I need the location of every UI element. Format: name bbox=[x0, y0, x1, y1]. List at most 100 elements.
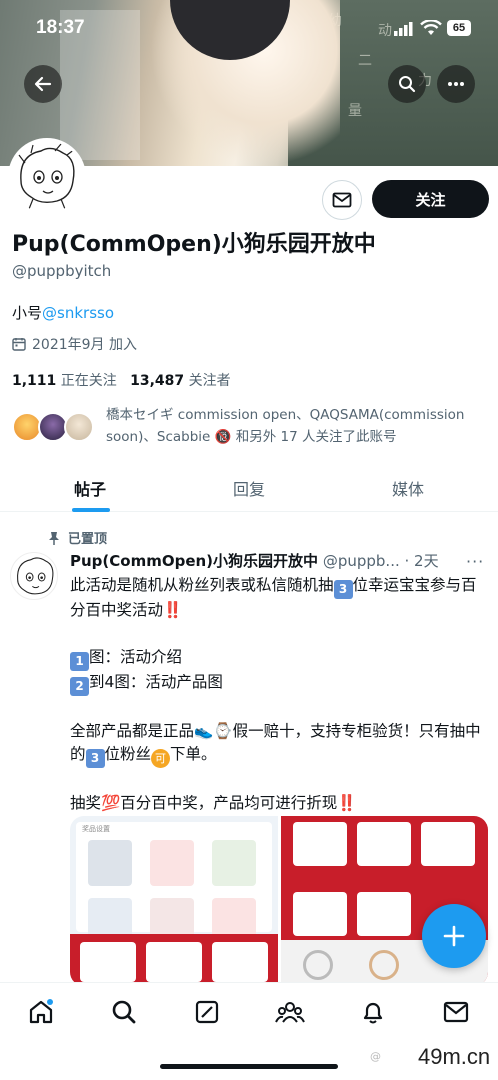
post-text: 此活动是随机从粉丝列表或私信随机抽 3 位幸运宝宝参与百分百中奖活动‼️ 1 图：活动… bbox=[70, 574, 490, 839]
following-count: 1,111 bbox=[12, 373, 57, 389]
keycap-three: 3 bbox=[333, 580, 353, 599]
notifications-icon bbox=[363, 1002, 383, 1024]
post-header: Pup(CommOpen)小狗乐园开放中 @puppb... · 2天 bbox=[70, 550, 490, 571]
joined-date: 2021年9月 加入 bbox=[12, 334, 137, 354]
site-watermark: 49m.cn bbox=[418, 1044, 491, 1069]
watermark-faint: @ bbox=[370, 1050, 381, 1063]
search-button[interactable] bbox=[388, 65, 426, 103]
prize-item bbox=[80, 942, 136, 982]
tab-posts[interactable]: 帖子 bbox=[74, 476, 106, 500]
sneaker-item bbox=[293, 892, 347, 936]
message-button[interactable] bbox=[322, 180, 362, 220]
post-meta: @puppb... · 2天 bbox=[322, 552, 439, 570]
post-text-span: 图：活动介绍 bbox=[89, 648, 183, 666]
prize-item bbox=[146, 942, 202, 982]
battery-indicator: 65 bbox=[447, 20, 471, 36]
communities-icon bbox=[275, 1002, 305, 1023]
home-indicator[interactable] bbox=[160, 1064, 338, 1069]
prize-banner bbox=[70, 934, 278, 986]
nav-communities[interactable] bbox=[275, 997, 305, 1027]
keycap-three: 3 bbox=[85, 749, 105, 768]
more-icon bbox=[448, 82, 464, 86]
bio-text: 小号 bbox=[12, 304, 43, 322]
status-time: 18:37 bbox=[36, 17, 85, 38]
following-link[interactable]: 1,111 正在关注 bbox=[12, 373, 117, 389]
ke-badge: 可 bbox=[151, 749, 171, 768]
following-label: 正在关注 bbox=[60, 373, 117, 389]
pinned-label: 已置顶 bbox=[68, 532, 108, 547]
more-button[interactable] bbox=[437, 65, 475, 103]
post-text-span: 位粉丝 bbox=[104, 745, 152, 763]
active-tab-indicator bbox=[72, 508, 110, 512]
post-author-avatar[interactable] bbox=[10, 552, 58, 600]
followers-count: 13,487 bbox=[130, 373, 185, 389]
post-text-span: 到4图：活动产品图 bbox=[89, 673, 223, 691]
plus-icon bbox=[443, 925, 465, 947]
bio-mention-link[interactable]: @snkrsso bbox=[42, 304, 114, 322]
follower-avatar bbox=[64, 412, 94, 442]
search-icon bbox=[399, 76, 416, 93]
avatar-drawing bbox=[17, 557, 54, 595]
post-author-name[interactable]: Pup(CommOpen)小狗乐园开放中 bbox=[70, 552, 318, 570]
followed-by-text: 橋本セイギ commission open、QAQSAMA(commission… bbox=[106, 407, 465, 445]
wifi-icon bbox=[420, 20, 442, 35]
nav-explore[interactable] bbox=[109, 997, 139, 1027]
pinned-indicator: 已置顶 bbox=[48, 528, 107, 547]
post-more-button[interactable]: ··· bbox=[466, 552, 484, 571]
explore-icon bbox=[112, 1000, 136, 1024]
avatar-drawing bbox=[11, 141, 83, 213]
tab-media[interactable]: 媒体 bbox=[392, 476, 424, 500]
nav-messages[interactable] bbox=[441, 997, 471, 1027]
grok-icon bbox=[195, 1000, 219, 1024]
sneaker-item bbox=[293, 822, 347, 866]
status-bar: 18:37 65 bbox=[0, 0, 498, 58]
profile-name: Pup(CommOpen)小狗乐园开放中 bbox=[12, 232, 376, 257]
follow-counts: 1,111 正在关注 13,487 关注者 bbox=[12, 370, 231, 390]
post-paragraph: 抽奖💯百分百中奖，产品均可进行折现‼️ bbox=[70, 792, 490, 816]
nav-home[interactable] bbox=[26, 997, 56, 1027]
sneaker-item bbox=[421, 822, 475, 866]
messages-icon bbox=[443, 1001, 469, 1023]
post-text-span: 下单。 bbox=[170, 745, 217, 763]
nav-notifications[interactable] bbox=[358, 997, 388, 1027]
double-exclamation: ‼️ bbox=[163, 601, 183, 619]
signal-icon bbox=[394, 22, 413, 36]
back-arrow-icon bbox=[34, 76, 52, 92]
sneaker-item bbox=[357, 822, 411, 866]
post-paragraph: 此活动是随机从粉丝列表或私信随机抽 3 位幸运宝宝参与百分百中奖活动‼️ bbox=[70, 574, 490, 623]
post-paragraph: 1 图：活动介绍 2 到4图：活动产品图 bbox=[70, 646, 490, 696]
home-icon bbox=[29, 999, 53, 1024]
followers-link[interactable]: 13,487 关注者 bbox=[130, 373, 230, 389]
profile-avatar[interactable] bbox=[8, 138, 86, 216]
prize-card-title: 奖品设置 bbox=[82, 825, 110, 833]
watch-item bbox=[369, 950, 399, 980]
profile-bio: 小号@snkrsso bbox=[12, 302, 114, 323]
keycap-one: 1 bbox=[70, 652, 89, 671]
pin-icon bbox=[49, 531, 59, 545]
compose-button[interactable] bbox=[422, 904, 486, 968]
followers-label: 关注者 bbox=[188, 373, 231, 389]
prize-phone-colors bbox=[212, 840, 256, 886]
post-media-grid[interactable]: 奖品设置 bbox=[70, 816, 488, 986]
prize-phone bbox=[88, 840, 132, 886]
post-paragraph: 全部产品都是正品👟⌚假一赔十，支持专柜验货！只有抽中的 3 位粉丝可下单。 bbox=[70, 720, 490, 768]
post-text-span: 此活动是随机从粉丝列表或私信随机抽 bbox=[70, 576, 334, 594]
nav-grok[interactable] bbox=[192, 997, 222, 1027]
media-image-prizes[interactable]: 奖品设置 bbox=[70, 816, 278, 986]
sneaker-item bbox=[357, 892, 411, 936]
double-exclamation: ‼️ bbox=[337, 793, 357, 812]
profile-handle: @puppbyitch bbox=[12, 262, 112, 280]
watch-item bbox=[303, 950, 333, 980]
profile-tabs: 帖子 回复 媒体 bbox=[0, 464, 498, 512]
prize-redpacket bbox=[150, 840, 194, 886]
prize-item bbox=[212, 942, 268, 982]
joined-text: 2021年9月 加入 bbox=[32, 337, 137, 353]
tab-replies[interactable]: 回复 bbox=[233, 476, 265, 500]
keycap-two: 2 bbox=[70, 677, 89, 696]
calendar-icon bbox=[12, 338, 26, 351]
follow-button[interactable]: 关注 bbox=[372, 180, 489, 218]
mail-icon bbox=[332, 192, 352, 208]
back-button[interactable] bbox=[24, 65, 62, 103]
followed-by[interactable]: 橋本セイギ commission open、QAQSAMA(commission… bbox=[12, 404, 492, 454]
post-text-span: 抽奖💯百分百中奖，产品均可进行折现 bbox=[70, 793, 338, 812]
